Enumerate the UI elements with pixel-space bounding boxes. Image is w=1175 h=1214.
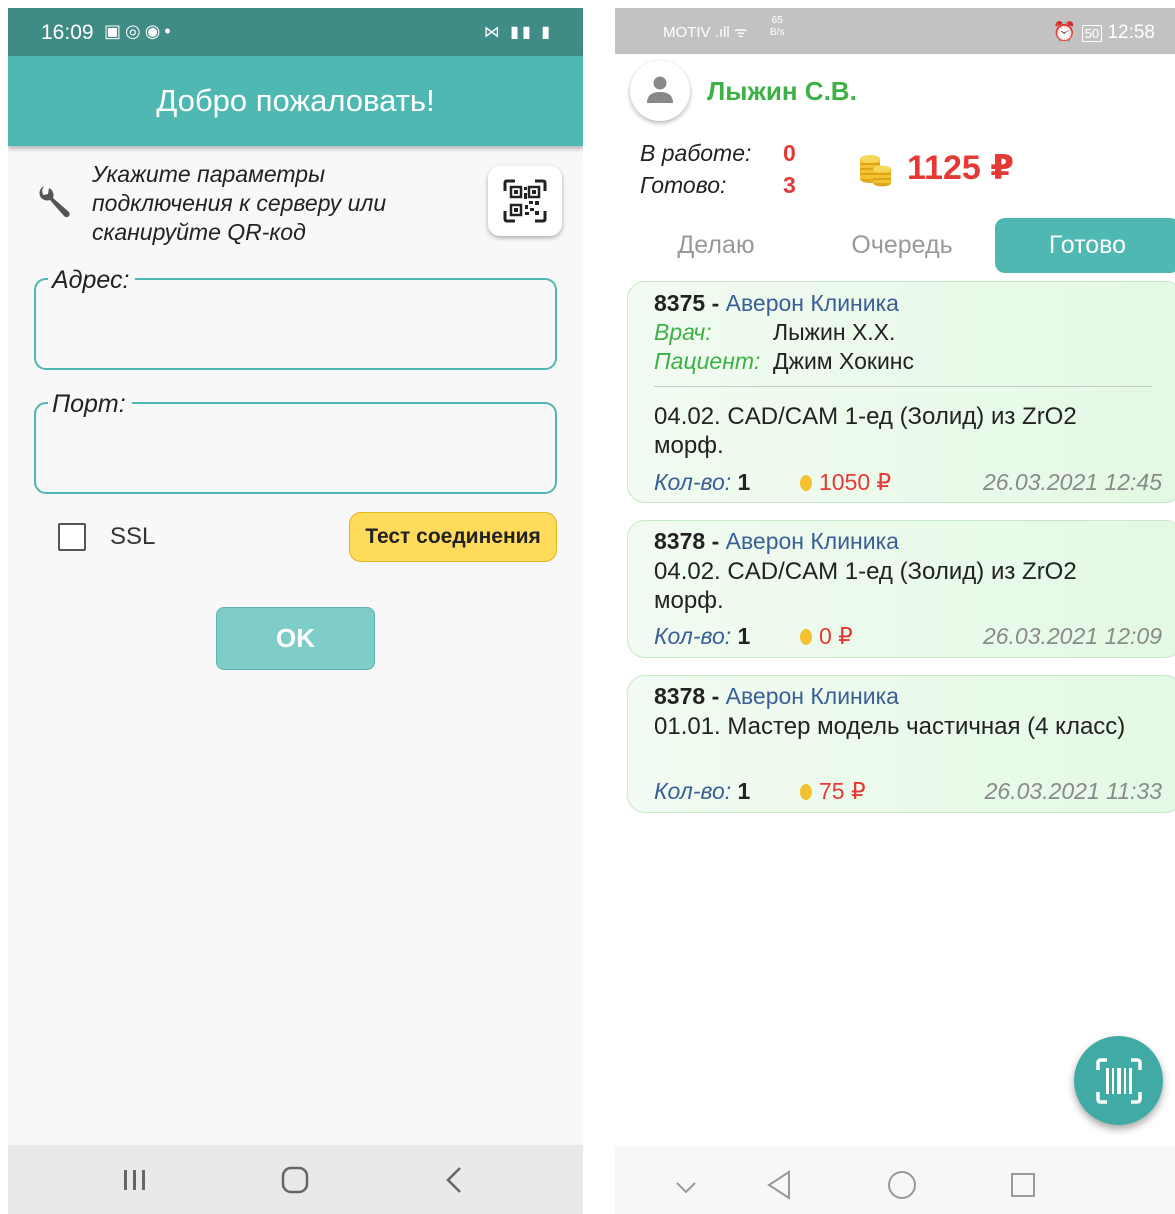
order-description: 04.02. CAD/CAM 1-ед (Золид) из ZrO2 морф… [654,558,1077,614]
recent-apps-icon[interactable] [120,1163,150,1197]
patient-name: Джим Хокинс [773,348,914,374]
order-separator: - [711,683,720,709]
user-name: Лыжин С.В. [707,76,857,106]
order-card[interactable]: 8375 - Аверон Клиника Врач: Лыжин Х.Х. П… [627,281,1175,503]
notification-icons: ▣◎◉• [104,21,175,41]
done-count: 3 [783,172,796,198]
tab-doing[interactable]: Делаю [623,218,809,273]
quantity-value: 1 [737,469,751,495]
order-price: 1050 ₽ [800,469,891,496]
scan-qr-button[interactable] [488,166,562,236]
system-nav-bar [8,1145,583,1214]
clinic-name: Аверон Клиника [725,683,899,709]
quantity-label: Кол-во: [654,623,732,649]
patient-label: Пациент: [654,348,761,374]
orders-screen: MOTIV .ıll ᯤ 65 B/s ⏰ 50 12:58 Лыжин С.В.… [615,8,1175,1214]
system-nav-bar [615,1146,1175,1214]
balance-amount: 1125 ₽ [907,149,1014,187]
network-speed: 65 B/s [770,15,785,38]
order-header: 8378 - Аверон Клиника [654,528,899,555]
coin-icon [800,475,812,491]
back-icon[interactable] [765,1168,795,1202]
login-screen: 16:09 ▣◎◉• ⋈ ▮▮ ▮ Добро пожаловать! Укаж… [8,8,583,1214]
order-card[interactable]: 8378 - Аверон Клиника 01.01. Мастер моде… [627,675,1175,813]
order-description: 04.02. CAD/CAM 1-ед (Золид) из ZrO2 морф… [654,403,1077,459]
order-date: 26.03.2021 12:45 [982,469,1162,495]
home-icon[interactable] [278,1163,312,1197]
clinic-name: Аверон Клиника [725,528,899,554]
port-input[interactable] [50,434,540,474]
address-field[interactable]: Адрес: [34,266,557,370]
coin-icon [800,784,812,800]
ok-button[interactable]: OK [216,607,375,670]
doctor-label: Врач: [654,319,712,345]
coin-icon [800,629,812,645]
quantity-value: 1 [737,778,751,804]
divider [654,386,1152,387]
done-label: Готово: [640,172,727,198]
order-separator: - [711,528,720,554]
quantity-value: 1 [737,623,751,649]
address-label: Адрес: [48,266,136,295]
status-right: ⏰ 50 12:58 [1052,22,1155,43]
square-icon[interactable] [1008,1168,1038,1202]
carrier-name: MOTIV .ıll ᯤ [663,24,748,41]
in-work-count: 0 [783,140,796,166]
quantity-label: Кол-во: [654,469,732,495]
status-bar: MOTIV .ıll ᯤ 65 B/s ⏰ 50 12:58 [615,8,1175,54]
port-field[interactable]: Порт: [34,390,557,494]
doctor-name: Лыжин Х.Х. [773,319,896,345]
order-price: 0 ₽ [800,623,853,650]
quantity-row: Кол-во: 1 [654,469,750,496]
order-date: 26.03.2021 11:33 [984,778,1162,804]
port-label: Порт: [48,390,132,419]
quantity-row: Кол-во: 1 [654,778,750,805]
app-bar-title: Добро пожаловать! [156,83,435,118]
quantity-label: Кол-во: [654,778,732,804]
ssl-checkbox[interactable] [58,523,86,551]
instructions-text: Укажите параметры подключения к серверу … [92,161,387,245]
order-separator: - [711,290,720,316]
chevron-down-icon[interactable] [673,1170,699,1204]
battery-level: 50 [1081,25,1103,42]
order-number: 8378 [654,528,706,554]
patient-row: Пациент: [654,348,760,375]
instructions-row: Укажите параметры подключения к серверу … [32,160,562,252]
test-connection-button[interactable]: Тест соединения [349,512,557,562]
status-bar: 16:09 ▣◎◉• ⋈ ▮▮ ▮ [8,8,583,56]
quantity-row: Кол-во: 1 [654,623,750,650]
order-description: 01.01. Мастер модель частичная (4 класс) [654,713,1126,740]
qr-code-icon [503,179,547,223]
signal-battery-icons: ⋈ ▮▮ ▮ [483,24,553,41]
tab-queue[interactable]: Очередь [809,218,995,273]
avatar[interactable] [630,61,690,121]
order-header: 8378 - Аверон Клиника [654,683,899,710]
clinic-name: Аверон Клиника [725,290,899,316]
wrench-icon [39,186,70,218]
scan-barcode-button[interactable] [1074,1036,1163,1125]
order-header: 8375 - Аверон Клиника [654,290,899,317]
order-price: 75 ₽ [800,778,866,805]
status-time: 12:58 [1107,22,1155,43]
address-input[interactable] [50,310,540,350]
barcode-scan-icon [1096,1058,1142,1104]
status-time: 16:09 [41,21,94,44]
back-icon[interactable] [440,1163,470,1197]
ssl-label: SSL [110,523,156,550]
app-bar: Добро пожаловать! [8,56,583,146]
order-date: 26.03.2021 12:09 [982,623,1162,649]
coins-icon [860,155,891,187]
order-card[interactable]: 8378 - Аверон Клиника 04.02. CAD/CAM 1-е… [627,520,1175,658]
order-number: 8378 [654,683,706,709]
doctor-row: Врач: [654,319,712,346]
home-icon[interactable] [885,1168,919,1202]
order-number: 8375 [654,290,706,316]
in-work-label: В работе: [640,140,752,166]
person-icon [647,76,673,103]
tab-done[interactable]: Готово [995,218,1175,273]
